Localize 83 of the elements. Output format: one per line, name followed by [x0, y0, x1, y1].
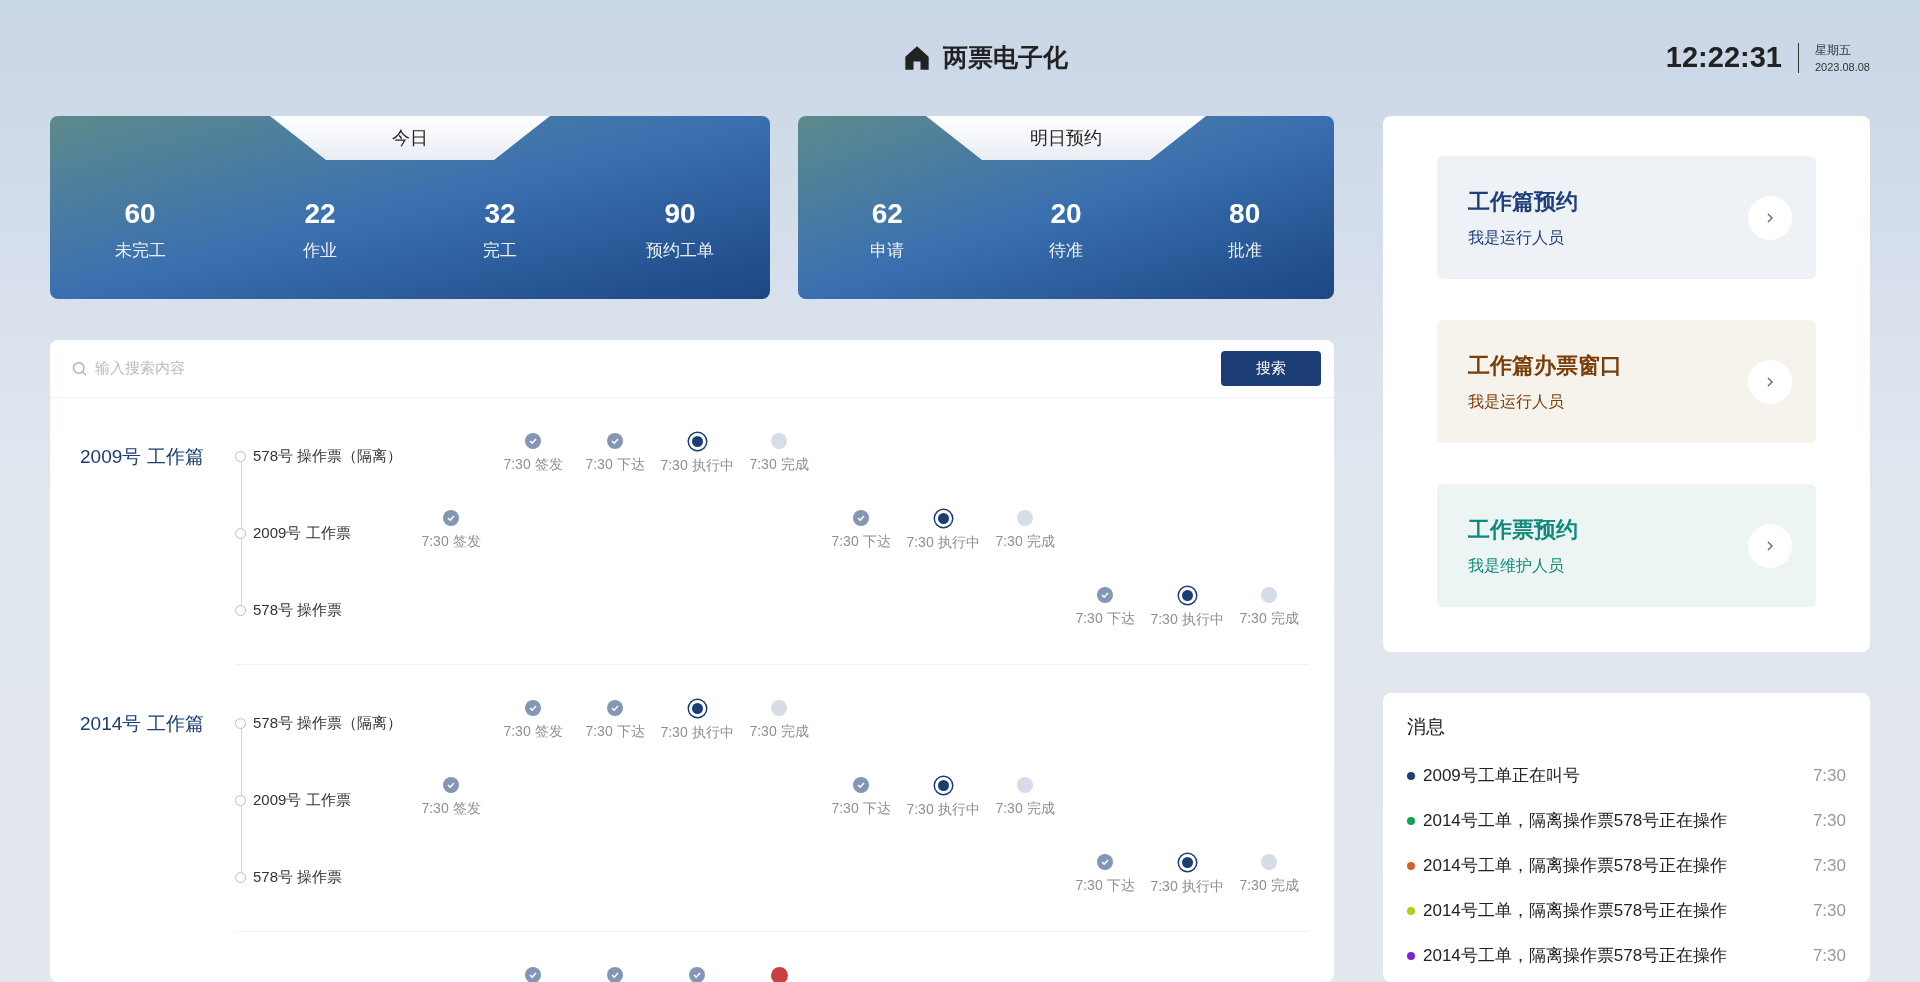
- step-label: 7:30 签发: [421, 532, 481, 551]
- step-label: 7:30 完成: [749, 722, 809, 741]
- clock-time: 12:22:31: [1665, 40, 1782, 76]
- ticket-name: 2009号 工作票: [253, 790, 351, 810]
- shortcut-card[interactable]: 工作篇办票窗口 我是运行人员: [1437, 320, 1816, 443]
- message-text: 2014号工单，隔离操作票578号正在操作: [1423, 810, 1729, 833]
- ticket-name: 578号 操作票: [253, 600, 343, 620]
- date-text: 2023.08.08: [1814, 59, 1870, 75]
- step-label: 7:30 完成: [749, 455, 809, 474]
- shortcut-title: 工作篇预约: [1468, 188, 1578, 216]
- stat-value: 60: [124, 197, 156, 231]
- step-label: 7:30 下达: [831, 799, 891, 818]
- shortcut-subtitle: 我是维护人员: [1468, 556, 1565, 576]
- timeline-node: [235, 604, 246, 616]
- step-label: 7:30 下达: [585, 722, 645, 741]
- step-label: 7:30 签发: [421, 799, 481, 818]
- message-time: 7:30: [1812, 810, 1846, 833]
- stat-value: 80: [1229, 197, 1261, 231]
- timeline-node: [235, 450, 246, 462]
- stat-label: 预约工单: [646, 240, 714, 262]
- step-label: 7:30 执行中: [660, 723, 734, 742]
- step-label: 7:30 下达: [585, 455, 645, 474]
- message-text: 2014号工单，隔离操作票578号正在操作: [1423, 855, 1729, 878]
- step-label: 7:30 完成: [995, 532, 1055, 551]
- ticket-name: 578号 操作票: [253, 867, 343, 887]
- message-time: 7:30: [1812, 900, 1846, 923]
- message-text: 2014号工单，隔离操作票578号正在操作: [1423, 945, 1729, 968]
- message-time: 7:30: [1812, 945, 1846, 968]
- step-label: 7:30 完成: [995, 799, 1055, 818]
- stat-value: 22: [304, 197, 336, 231]
- step-label: 7:30 签发: [503, 455, 563, 474]
- shortcut-card[interactable]: 工作票预约 我是维护人员: [1437, 484, 1816, 607]
- message-title: 消息: [1407, 715, 1446, 739]
- chevron-right-icon[interactable]: [1748, 523, 1792, 568]
- message-text: 2014号工单，隔离操作票578号正在操作: [1423, 900, 1729, 923]
- ticket-name: 2009号 工作票: [253, 523, 351, 543]
- ticket-name: 578号 操作票（隔离）: [253, 713, 403, 733]
- weekday-text: 星期五: [1814, 41, 1852, 59]
- chevron-right-icon[interactable]: [1748, 195, 1792, 240]
- stat-value: 32: [484, 197, 516, 231]
- step-label: 7:30 执行中: [906, 533, 980, 552]
- card-title: 明日预约: [926, 116, 1206, 160]
- shortcut-subtitle: 我是运行人员: [1468, 392, 1565, 412]
- work-order-title: 2014号 工作篇: [80, 712, 205, 736]
- timeline-node: [235, 717, 246, 729]
- message-time: 7:30: [1812, 765, 1846, 788]
- step-label: 7:30 执行中: [660, 456, 734, 475]
- timeline-node: [235, 794, 246, 806]
- shortcut-subtitle: 我是运行人员: [1468, 228, 1565, 248]
- step-label: 7:30 下达: [1075, 609, 1135, 628]
- timeline-node: [235, 871, 246, 883]
- step-label: 7:30 完成: [1239, 609, 1299, 628]
- step-label: 7:30 执行中: [906, 800, 980, 819]
- step-label: 7:30 下达: [831, 532, 891, 551]
- step-label: 7:30 执行中: [1150, 610, 1224, 629]
- shortcut-title: 工作票预约: [1468, 516, 1578, 544]
- message-time: 7:30: [1812, 855, 1846, 878]
- home-icon: [902, 44, 931, 72]
- shortcut-card[interactable]: 工作篇预约 我是运行人员: [1437, 156, 1816, 279]
- stat-value: 62: [871, 197, 903, 231]
- stat-label: 作业: [303, 240, 337, 262]
- step-label: 7:30 完成: [1239, 876, 1299, 895]
- work-order-title: 2009号 工作篇: [80, 445, 205, 469]
- step-label: 7:30 下达: [1075, 876, 1135, 895]
- ticket-name: 578号 操作票（隔离）: [253, 446, 403, 466]
- stat-label: 批准: [1227, 240, 1262, 262]
- page-title: 两票电子化: [942, 42, 1068, 74]
- stat-value: 90: [664, 197, 696, 231]
- message-text: 2009号工单正在叫号: [1423, 765, 1581, 788]
- chevron-right-icon[interactable]: [1748, 359, 1792, 404]
- shortcut-title: 工作篇办票窗口: [1468, 352, 1622, 380]
- card-title: 今日: [270, 116, 550, 160]
- timeline-node: [235, 527, 246, 539]
- stat-value: 20: [1050, 197, 1082, 231]
- stat-label: 未完工: [114, 240, 166, 262]
- step-label: 7:30 签发: [503, 722, 563, 741]
- stat-label: 待准: [1049, 240, 1083, 262]
- stat-label: 申请: [870, 240, 905, 262]
- stat-label: 完工: [483, 240, 517, 262]
- search-field[interactable]: 输入搜索内容: [95, 357, 672, 380]
- search-icon: [72, 360, 88, 377]
- step-label: 7:30 执行中: [1150, 877, 1224, 896]
- search-button[interactable]: 搜索: [1221, 351, 1321, 386]
